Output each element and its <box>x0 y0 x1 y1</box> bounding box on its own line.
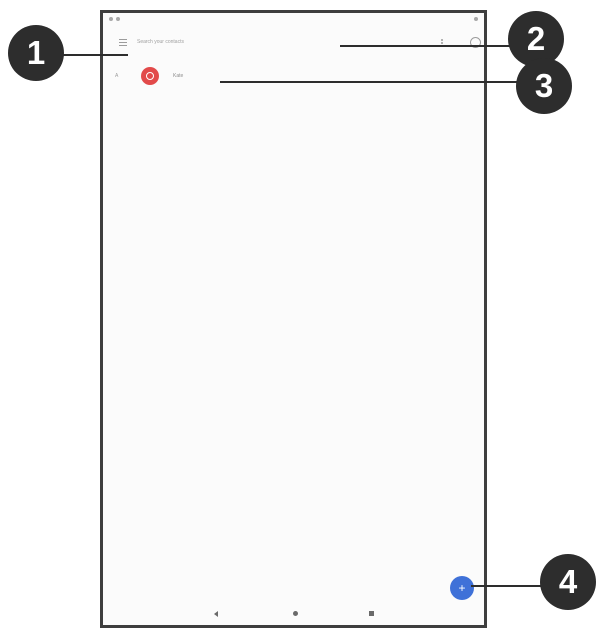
status-icon <box>116 17 120 21</box>
status-bar <box>103 13 484 27</box>
callout-badge-3: 3 <box>516 58 572 114</box>
callout-line-4 <box>471 585 546 587</box>
add-contact-button[interactable]: + <box>450 576 474 600</box>
battery-indicator <box>474 17 478 23</box>
status-left <box>109 17 120 21</box>
recent-apps-icon[interactable] <box>369 611 374 616</box>
avatar-initial-icon <box>146 72 154 80</box>
contact-list-item[interactable]: A Kate <box>103 63 483 91</box>
menu-icon[interactable] <box>119 39 127 46</box>
back-icon[interactable] <box>214 611 218 617</box>
callout-badge-4: 4 <box>540 554 596 610</box>
home-icon[interactable] <box>293 611 298 616</box>
tablet-screen: Search your contacts A Kate + <box>100 10 487 628</box>
status-icon <box>109 17 113 21</box>
battery-icon <box>474 17 478 21</box>
group-letter: A <box>115 73 119 79</box>
callout-line-1 <box>58 54 128 56</box>
navigation-bar <box>103 609 484 619</box>
search-placeholder[interactable]: Search your contacts <box>137 39 184 45</box>
callout-line-2 <box>340 45 510 47</box>
callout-line-3 <box>220 81 520 83</box>
plus-icon: + <box>458 581 466 595</box>
contact-name[interactable]: Kate <box>173 73 183 79</box>
callout-badge-1: 1 <box>8 25 64 81</box>
contact-avatar <box>141 67 159 85</box>
